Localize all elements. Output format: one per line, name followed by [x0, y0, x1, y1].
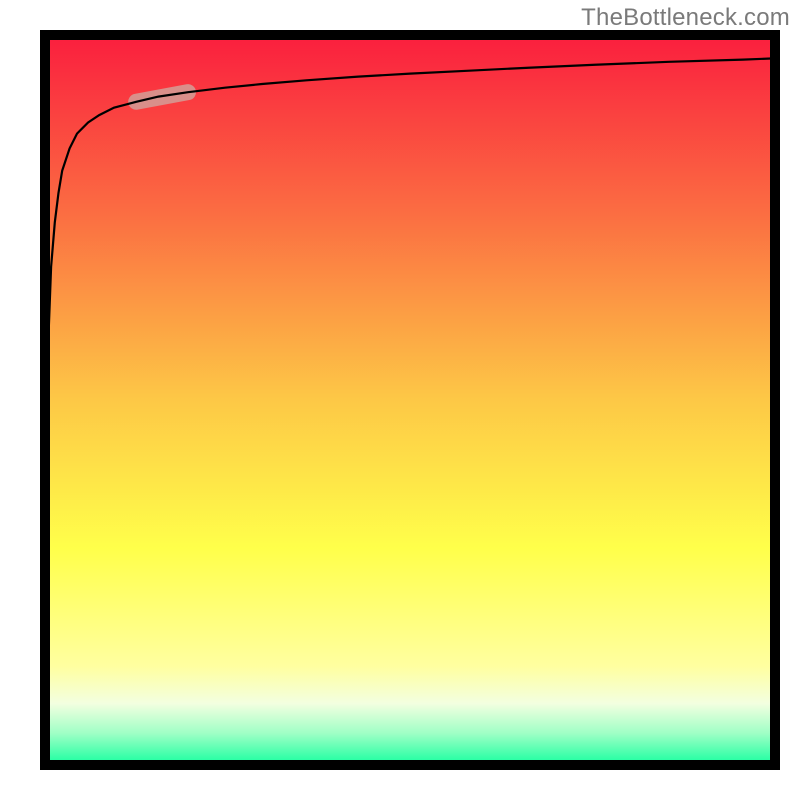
watermark-text: TheBottleneck.com — [581, 4, 790, 32]
chart-canvas: TheBottleneck.com — [0, 0, 800, 800]
chart-svg — [40, 30, 780, 770]
gradient-background — [40, 30, 780, 770]
plot-area — [40, 30, 780, 770]
